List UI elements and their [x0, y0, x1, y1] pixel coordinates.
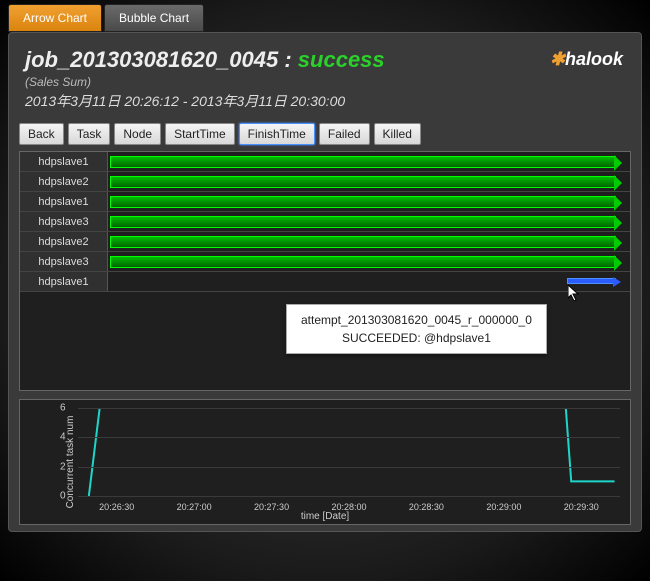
row-label: hdpslave2 — [20, 232, 108, 251]
main-panel: job_201303081620_0045 : success (Sales S… — [8, 32, 642, 532]
xtick: 20:29:30 — [564, 502, 599, 512]
ytick: 4 — [60, 432, 66, 443]
row-track[interactable] — [108, 192, 630, 211]
xtick: 20:27:30 — [254, 502, 289, 512]
task-row: hdpslave1 — [20, 272, 630, 292]
row-label: hdpslave2 — [20, 172, 108, 191]
back-button[interactable]: Back — [19, 123, 64, 145]
line-chart-area[interactable]: Concurrent task num time [Date] 024620:2… — [19, 399, 631, 525]
node-button[interactable]: Node — [114, 123, 161, 145]
task-button[interactable]: Task — [68, 123, 111, 145]
task-row: hdpslave3 — [20, 212, 630, 232]
task-row: hdpslave2 — [20, 232, 630, 252]
ytick: 2 — [60, 461, 66, 472]
row-track[interactable] — [108, 172, 630, 191]
row-label: hdpslave3 — [20, 252, 108, 271]
cursor-icon — [568, 285, 580, 301]
tab-arrow-chart[interactable]: Arrow Chart — [8, 4, 102, 32]
gridline — [78, 467, 620, 468]
xtick: 20:28:30 — [409, 502, 444, 512]
task-row: hdpslave3 — [20, 252, 630, 272]
task-arrow[interactable] — [110, 216, 616, 228]
row-label: hdpslave1 — [20, 192, 108, 211]
gridline — [78, 496, 620, 497]
gear-icon: ✱ — [550, 49, 565, 69]
task-tooltip: attempt_201303081620_0045_r_000000_0 SUC… — [286, 304, 547, 354]
row-label: hdpslave1 — [20, 272, 108, 291]
task-arrow[interactable] — [110, 176, 616, 188]
chart-ylabel: Concurrent task num — [65, 416, 76, 509]
row-track[interactable] — [108, 152, 630, 171]
logo-text: halook — [565, 49, 623, 69]
killed-button[interactable]: Killed — [374, 123, 421, 145]
job-title: job_201303081620_0045 : success — [25, 47, 625, 73]
job-status: success — [298, 47, 385, 72]
finishtime-button[interactable]: FinishTime — [239, 123, 315, 145]
ytick: 0 — [60, 491, 66, 502]
task-arrow-reduce[interactable] — [567, 278, 616, 284]
button-bar: Back Task Node StartTime FinishTime Fail… — [15, 121, 635, 151]
series-line — [89, 408, 615, 496]
xtick: 20:26:30 — [99, 502, 134, 512]
arrow-chart-area[interactable]: hdpslave1hdpslave2hdpslave1hdpslave3hdps… — [19, 151, 631, 391]
logo: ✱halook — [550, 49, 623, 70]
task-arrow[interactable] — [110, 196, 616, 208]
row-track[interactable] — [108, 232, 630, 251]
row-label: hdpslave3 — [20, 212, 108, 231]
starttime-button[interactable]: StartTime — [165, 123, 235, 145]
xtick: 20:27:00 — [177, 502, 212, 512]
task-arrow[interactable] — [110, 156, 616, 168]
row-label: hdpslave1 — [20, 152, 108, 171]
row-track[interactable] — [108, 252, 630, 271]
failed-button[interactable]: Failed — [319, 123, 370, 145]
task-row: hdpslave2 — [20, 172, 630, 192]
task-arrow[interactable] — [110, 256, 616, 268]
xtick: 20:28:00 — [331, 502, 366, 512]
chart-xlabel: time [Date] — [301, 511, 349, 522]
gridline — [78, 437, 620, 438]
job-sep: : — [278, 47, 298, 72]
ytick: 6 — [60, 403, 66, 414]
gridline — [78, 408, 620, 409]
tooltip-line2: SUCCEEDED: @hdpslave1 — [301, 329, 532, 347]
xtick: 20:29:00 — [486, 502, 521, 512]
job-timerange: 2013年3月11日 20:26:12 - 2013年3月11日 20:30:0… — [25, 91, 625, 111]
tooltip-line1: attempt_201303081620_0045_r_000000_0 — [301, 311, 532, 329]
job-id: job_201303081620_0045 — [25, 47, 278, 72]
tab-bubble-chart[interactable]: Bubble Chart — [104, 4, 204, 32]
job-subtitle: (Sales Sum) — [25, 75, 625, 89]
task-row: hdpslave1 — [20, 192, 630, 212]
row-track[interactable] — [108, 272, 630, 291]
task-row: hdpslave1 — [20, 152, 630, 172]
row-track[interactable] — [108, 212, 630, 231]
chart-plot: 024620:26:3020:27:0020:27:3020:28:0020:2… — [78, 408, 620, 496]
task-arrow[interactable] — [110, 236, 616, 248]
